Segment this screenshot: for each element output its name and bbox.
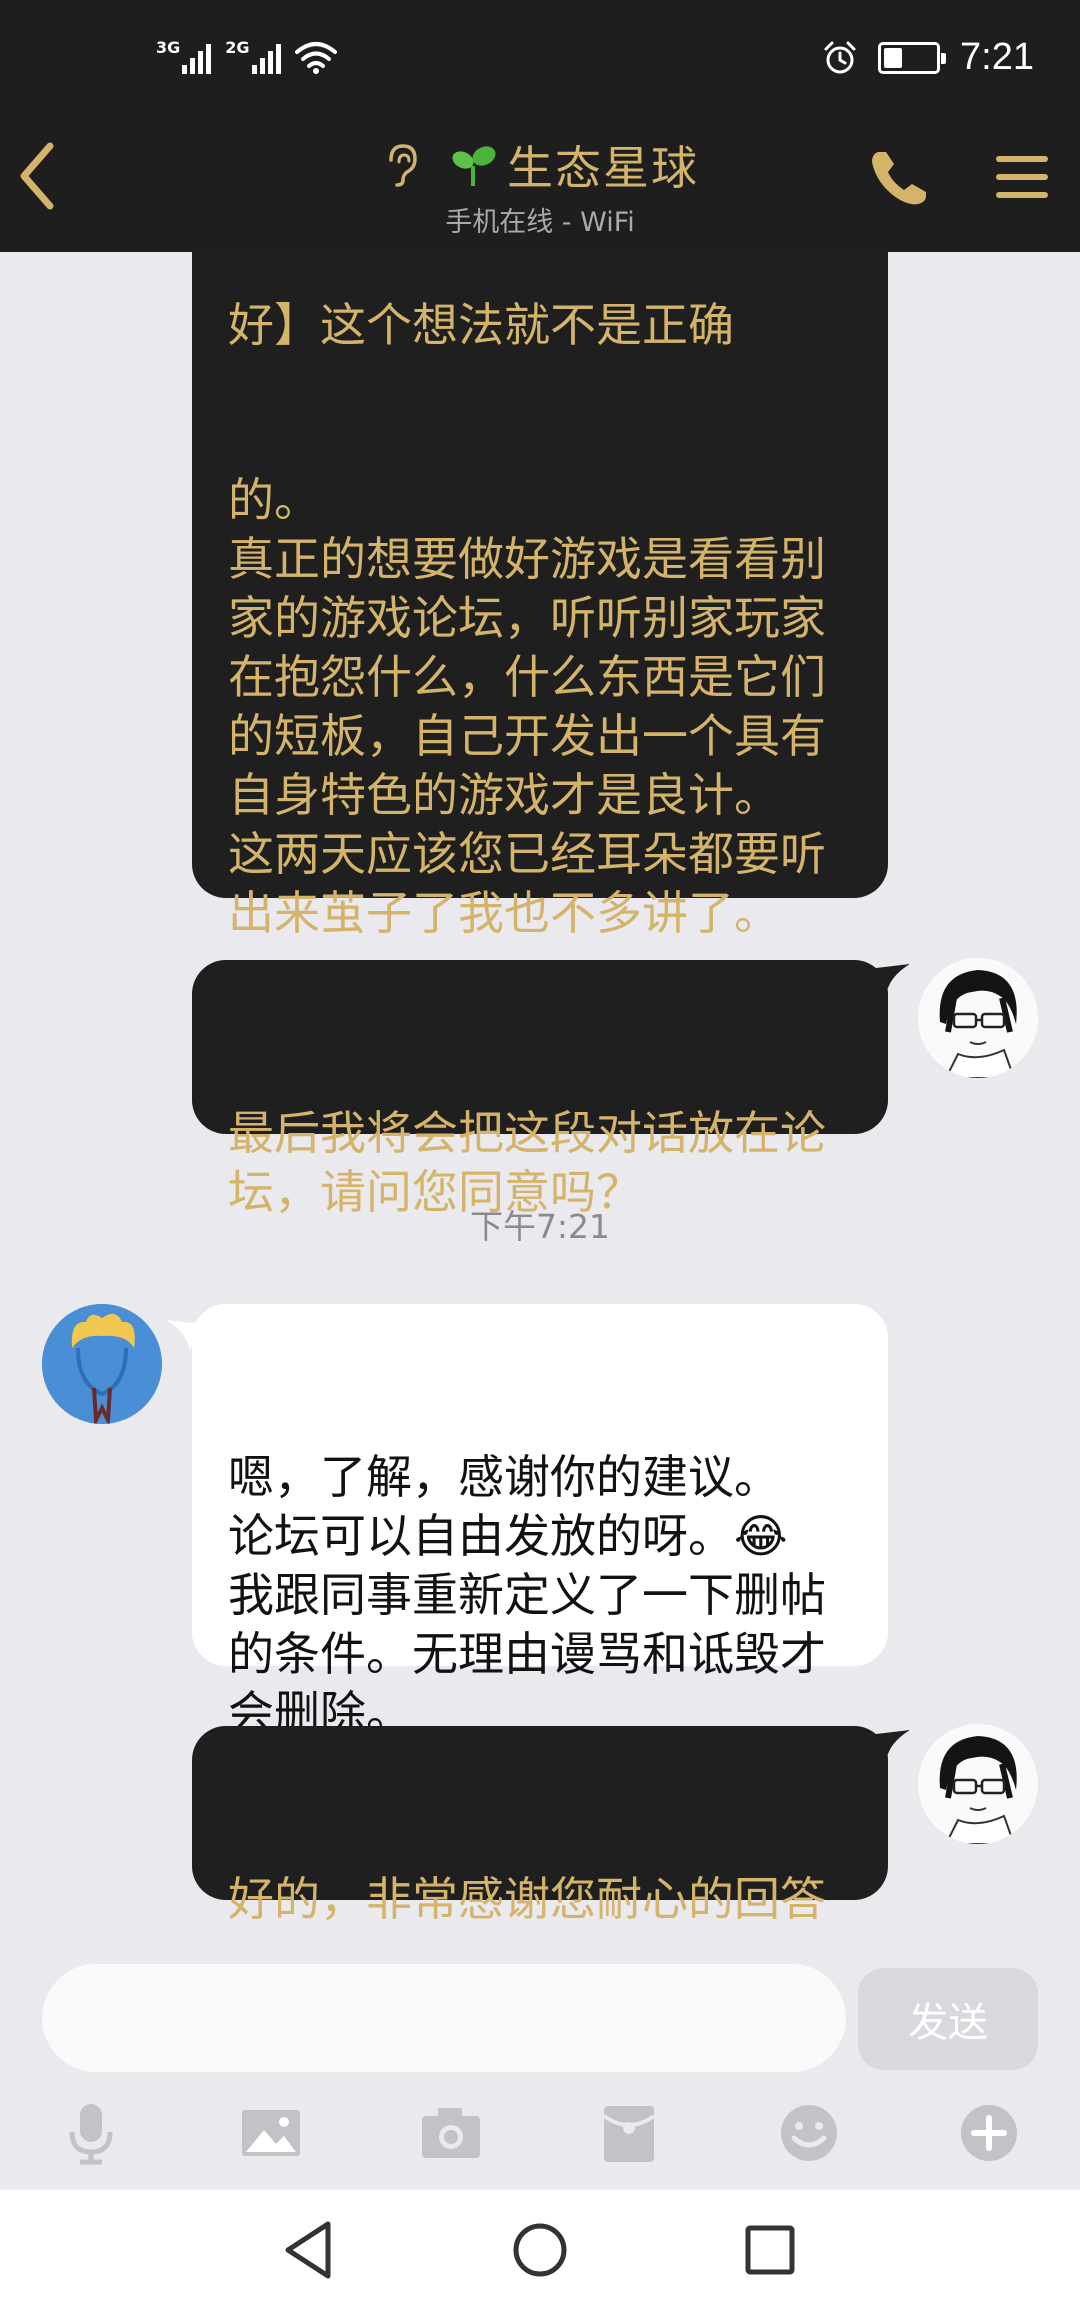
ear-icon[interactable] <box>381 142 419 188</box>
send-button[interactable]: 发送 <box>858 1968 1038 2070</box>
sprout-icon <box>452 146 496 186</box>
wifi-icon <box>294 42 337 74</box>
camera-icon[interactable] <box>418 2100 484 2166</box>
chat-title: 生态星球 <box>507 141 699 195</box>
plus-icon[interactable] <box>956 2100 1022 2166</box>
menu-icon[interactable] <box>994 150 1050 204</box>
contact-avatar[interactable] <box>42 1304 162 1424</box>
image-icon[interactable] <box>238 2100 304 2166</box>
message-list[interactable]: 好】这个想法就不是正确 的。 真正的想要做好游戏是看看别家的游戏论坛，听听别家玩… <box>0 252 1080 1952</box>
message-bubble-mine[interactable]: 好的，非常感谢您耐心的回答 <box>192 1726 888 1926</box>
message-text: 的。 真正的想要做好游戏是看看别家的游戏论坛，听听别家玩家在抱怨什么，什么东西是… <box>228 473 826 940</box>
composer: 发送 <box>0 1952 1080 2190</box>
message-bubble-theirs[interactable]: 嗯，了解，感谢你的建议。 论坛可以自由发放的呀。😂 我跟同事重新定义了一下删帖的… <box>192 1304 888 1740</box>
status-left: 3G 2G <box>156 40 337 74</box>
my-avatar[interactable] <box>918 1724 1038 1844</box>
nav-back-icon[interactable] <box>270 2210 350 2290</box>
alarm-icon <box>824 41 856 73</box>
message-bubble-mine[interactable]: 好】这个想法就不是正确 的。 真正的想要做好游戏是看看别家的游戏论坛，听听别家玩… <box>192 252 888 940</box>
message-input[interactable] <box>42 1964 846 2072</box>
clock: 7:21 <box>960 36 1034 78</box>
status-right: 7:21 <box>822 36 1034 79</box>
network-type-1: 3G <box>156 38 181 57</box>
signal-2g-icon: 2G <box>225 38 281 74</box>
network-type-2: 2G <box>225 38 250 57</box>
signal-3g-icon: 3G <box>156 38 212 74</box>
nav-home-icon[interactable] <box>500 2210 580 2290</box>
timestamp: 下午7:21 <box>469 1207 611 1246</box>
message-partial-line: 好】这个想法就不是正确 <box>228 298 734 352</box>
bubble-tail <box>876 964 910 994</box>
nav-recents-icon[interactable] <box>730 2210 810 2290</box>
emoji-icon[interactable] <box>776 2100 842 2166</box>
phone-icon[interactable] <box>868 146 932 210</box>
my-avatar[interactable] <box>918 958 1038 1078</box>
status-bar: 3G 2G 7:21 <box>0 0 1080 124</box>
red-packet-icon[interactable] <box>596 2100 662 2166</box>
message-bubble-mine[interactable]: 最后我将会把这段对话放在论坛，请问您同意吗？ <box>192 960 888 1219</box>
message-text: 好的，非常感谢您耐心的回答 <box>228 1872 826 1926</box>
message-text: 嗯，了解，感谢你的建议。 论坛可以自由发放的呀。😂 我跟同事重新定义了一下删帖的… <box>228 1450 826 1740</box>
bubble-tail <box>876 1730 910 1760</box>
battery-icon <box>878 41 947 74</box>
system-nav-bar <box>0 2190 1080 2310</box>
microphone-icon[interactable] <box>58 2100 124 2166</box>
